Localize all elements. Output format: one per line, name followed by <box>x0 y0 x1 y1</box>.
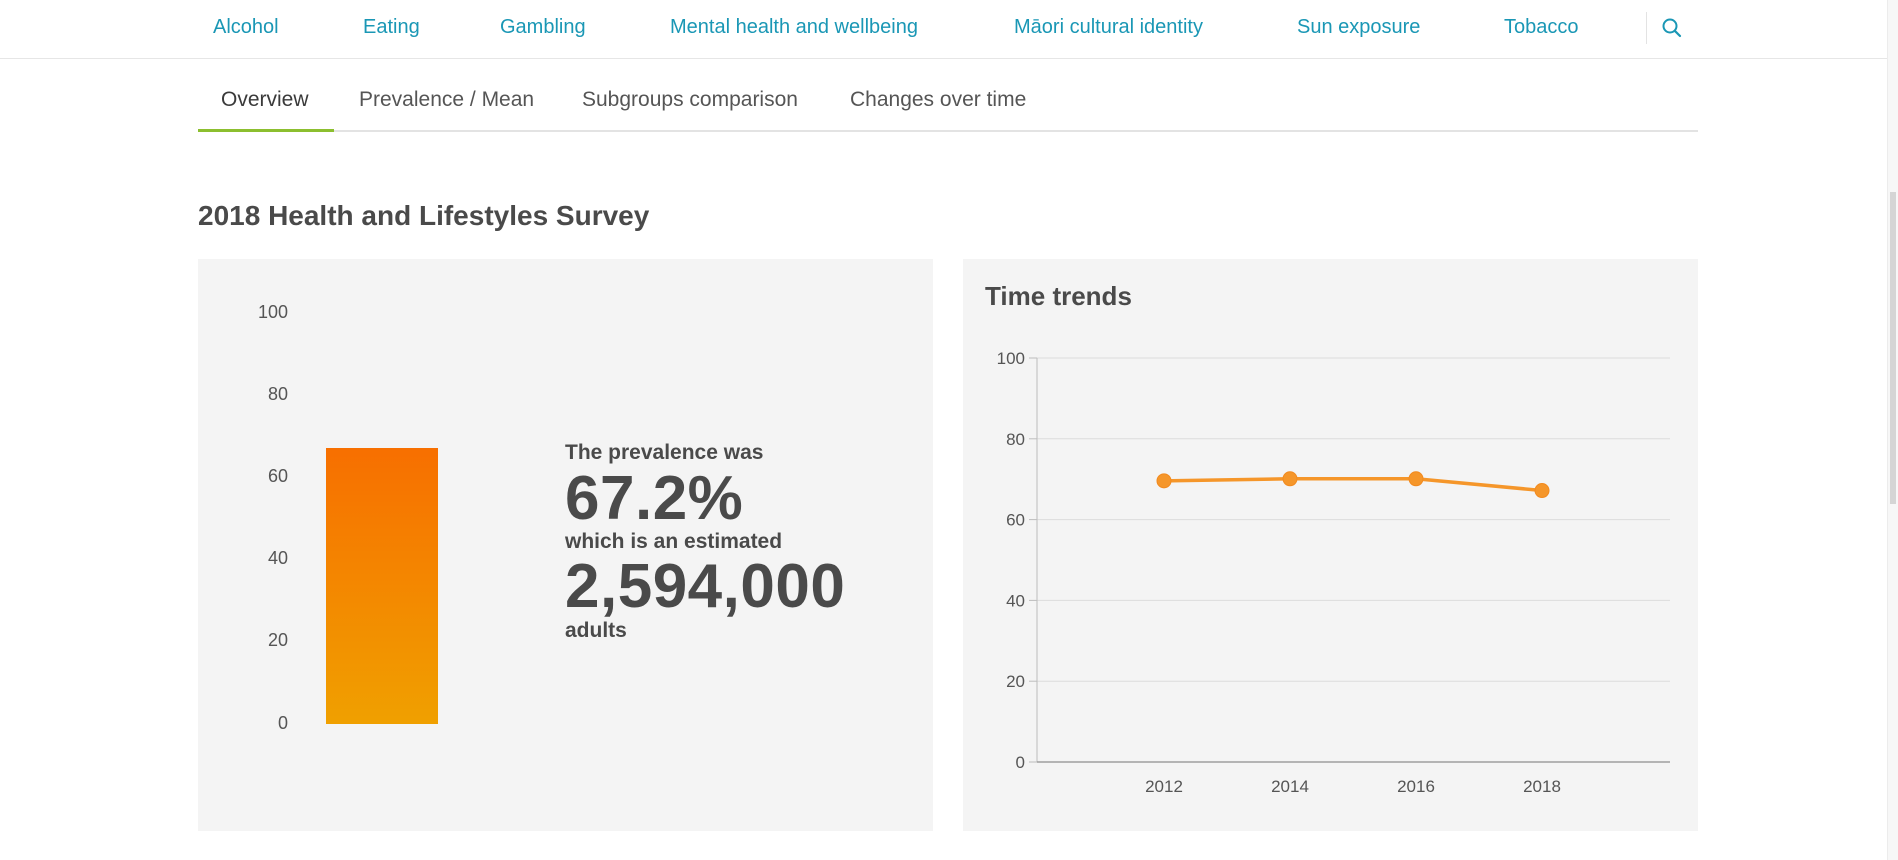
prevalence-bar <box>326 447 438 724</box>
y-tick-label: 40 <box>1006 591 1025 610</box>
nav-divider <box>1646 12 1647 44</box>
bar-y-tick: 60 <box>267 466 288 486</box>
time-trends-chart: 0 20 40 60 80 100 2012 2014 2016 2018 <box>997 349 1670 796</box>
section-title: 2018 Health and Lifestyles Survey <box>198 200 650 231</box>
bar-y-tick: 100 <box>257 302 288 322</box>
x-tick-label: 2018 <box>1523 777 1561 796</box>
nav-item-eating[interactable]: Eating <box>363 16 420 39</box>
x-tick-label: 2014 <box>1271 777 1309 796</box>
y-tick-label: 80 <box>1006 430 1025 449</box>
nav-item-sun-exposure[interactable]: Sun exposure <box>1297 16 1420 39</box>
tab-prevalence-mean[interactable]: Prevalence / Mean <box>359 88 534 112</box>
top-navigation: Alcohol Eating Gambling Mental health an… <box>0 0 1898 59</box>
tab-overview[interactable]: Overview <box>221 88 309 112</box>
tab-changes-over-time[interactable]: Changes over time <box>850 88 1026 112</box>
data-point <box>1534 483 1550 499</box>
tab-subgroups-comparison[interactable]: Subgroups comparison <box>582 88 798 112</box>
bar-y-tick: 20 <box>267 630 288 650</box>
prevalence-label: The prevalence was <box>565 441 764 464</box>
adults-label: adults <box>565 619 627 642</box>
x-tick-label: 2016 <box>1397 777 1435 796</box>
time-trends-panel: Time trends 0 20 40 60 80 100 2012 2014 2016 2018 <box>963 259 1698 831</box>
prevalence-panel: 100 80 60 40 20 0 The prevalence was 67.… <box>198 259 933 831</box>
page-scrollbar[interactable] <box>1887 0 1898 860</box>
prevalence-value: 67.2% <box>565 464 744 533</box>
tab-bar: Overview Prevalence / Mean Subgroups com… <box>198 82 1698 132</box>
x-tick-label: 2012 <box>1145 777 1183 796</box>
nav-item-gambling[interactable]: Gambling <box>500 16 586 39</box>
bar-y-tick: 80 <box>267 384 288 404</box>
y-tick-label: 0 <box>1016 753 1025 772</box>
nav-item-mental-health[interactable]: Mental health and wellbeing <box>670 16 918 39</box>
nav-item-maori-cultural-identity[interactable]: Māori cultural identity <box>1014 16 1203 39</box>
bar-y-tick: 0 <box>277 713 288 733</box>
adult-count-value: 2,594,000 <box>565 552 846 621</box>
trend-line <box>1163 477 1543 493</box>
data-point <box>1156 473 1172 489</box>
data-point <box>1282 471 1298 487</box>
nav-item-tobacco[interactable]: Tobacco <box>1504 16 1579 39</box>
active-tab-indicator <box>198 129 334 132</box>
scrollbar-thumb[interactable] <box>1890 192 1896 504</box>
data-point <box>1408 471 1424 487</box>
y-tick-label: 60 <box>1006 511 1025 530</box>
search-icon[interactable] <box>1658 14 1686 42</box>
y-tick-label: 20 <box>1006 672 1025 691</box>
y-tick-label: 100 <box>997 349 1025 368</box>
bar-y-tick: 40 <box>267 548 288 568</box>
nav-item-alcohol[interactable]: Alcohol <box>213 16 279 39</box>
